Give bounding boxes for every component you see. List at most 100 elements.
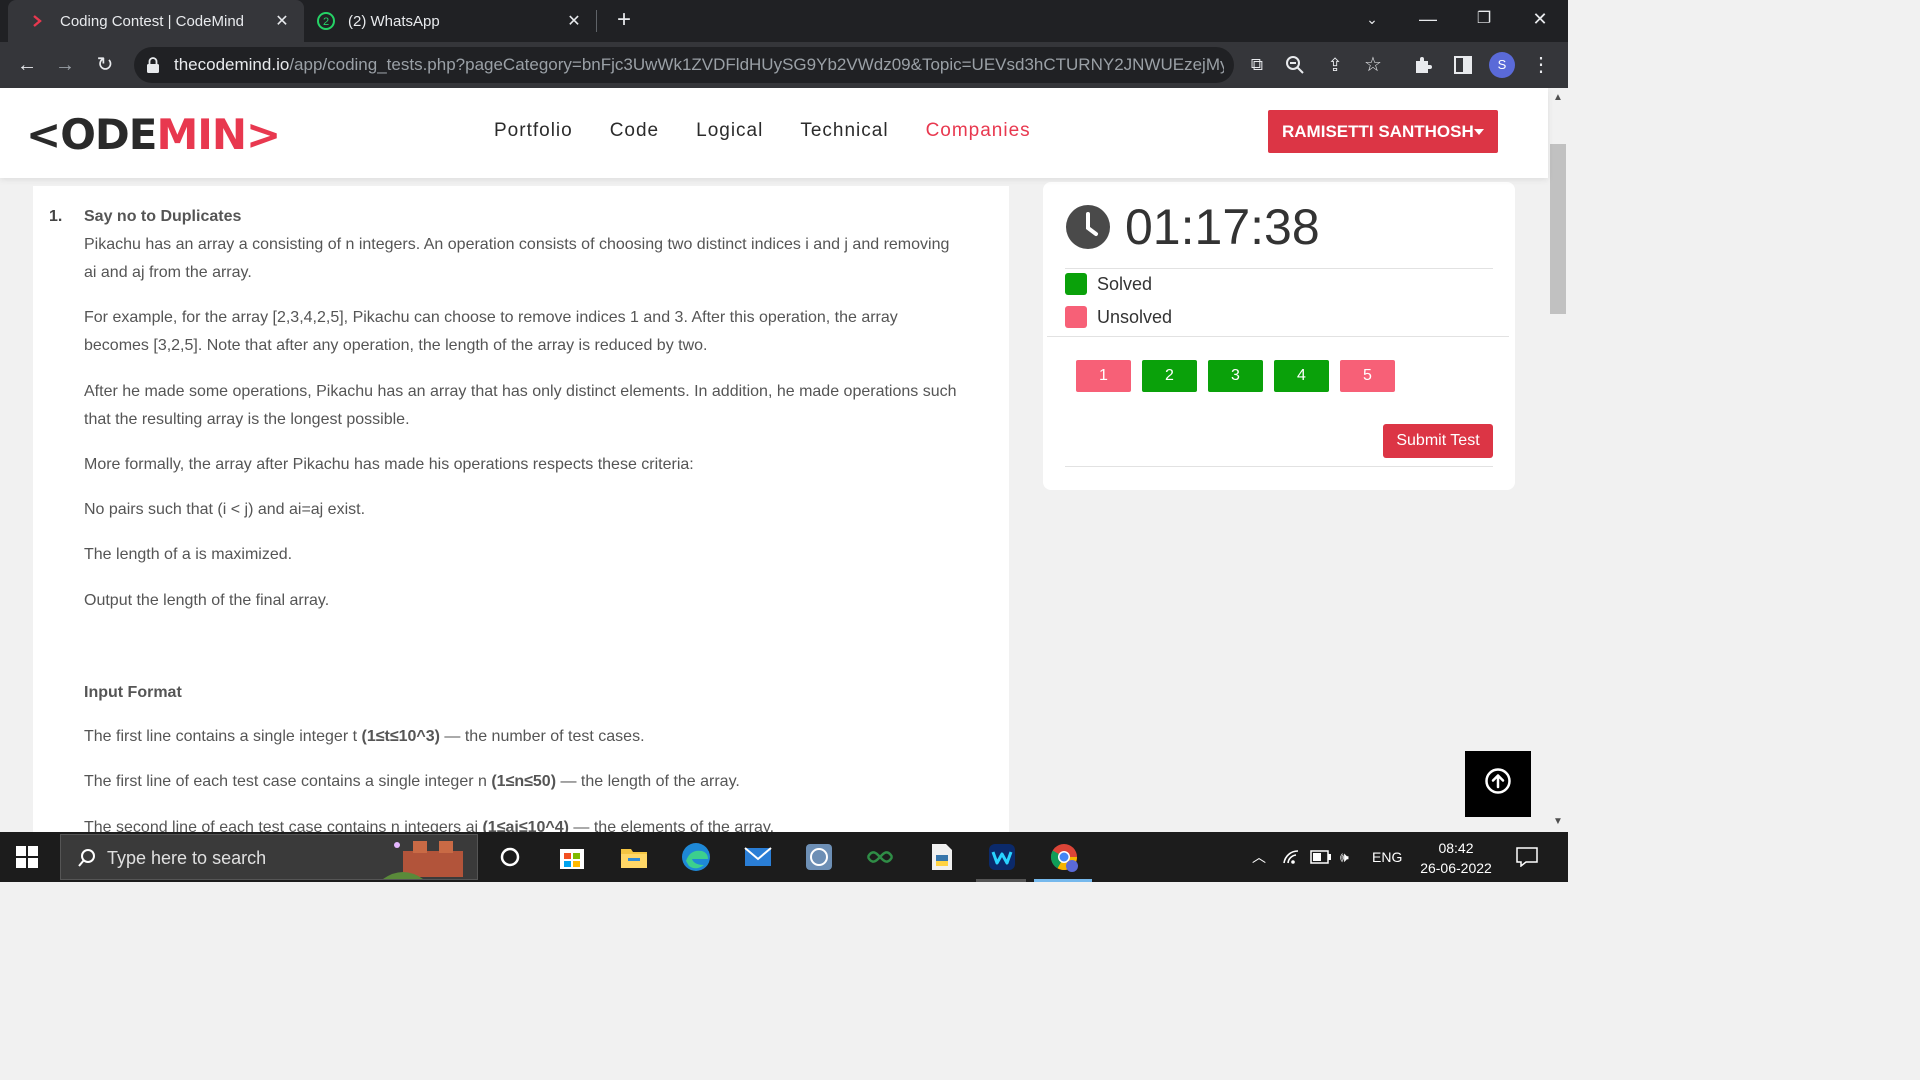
divider	[1065, 466, 1493, 467]
extensions-icon[interactable]	[1406, 48, 1440, 82]
mail-icon[interactable]	[742, 841, 774, 873]
tab-coding-contest[interactable]: Coding Contest | CodeMind ✕	[8, 0, 304, 42]
nav-portfolio[interactable]: Portfolio	[494, 120, 573, 142]
question-4-button[interactable]: 4	[1274, 360, 1329, 392]
legend-label: Solved	[1097, 273, 1153, 294]
python-file-icon[interactable]	[926, 841, 958, 873]
site-header: <ODEMIN> Portfolio Code Logical Technica…	[0, 88, 1548, 178]
countdown-timer: 01:17:38	[1125, 199, 1320, 255]
input-line: The second line of each test case contai…	[84, 819, 775, 832]
bookmark-star-icon[interactable]: ☆	[1356, 48, 1390, 82]
clock-date: 26-06-2022	[1420, 860, 1492, 876]
system-clock[interactable]: 08:42 26-06-2022	[1410, 838, 1502, 878]
scrollbar-thumb[interactable]	[1550, 144, 1566, 314]
address-bar[interactable]: thecodemind.io/app/coding_tests.php?page…	[134, 47, 1234, 83]
windows-start-icon[interactable]	[16, 846, 38, 868]
app-icon[interactable]	[803, 841, 835, 873]
user-name: RAMISETTI SANTHOSH	[1282, 122, 1474, 141]
submit-test-button[interactable]: Submit Test	[1383, 424, 1493, 458]
user-menu-button[interactable]: RAMISETTI SANTHOSH	[1268, 110, 1498, 153]
taskbar-search-input[interactable]: Type here to search	[60, 834, 478, 880]
svg-text:2: 2	[323, 16, 329, 28]
notifications-icon[interactable]	[1516, 832, 1538, 887]
problem-paragraph: For example, for the array [2,3,4,2,5], …	[84, 309, 898, 354]
forward-button[interactable]: →	[48, 48, 82, 82]
webex-icon[interactable]	[986, 841, 1018, 873]
volume-icon[interactable]: 🕪	[1340, 832, 1349, 882]
edge-browser-icon[interactable]	[680, 841, 712, 873]
problem-paragraph: Output the length of the final array.	[84, 592, 330, 609]
task-view-icon[interactable]	[494, 841, 526, 873]
problem-paragraph: More formally, the array after Pikachu h…	[84, 456, 694, 473]
codemind-logo[interactable]: <ODEMIN>	[26, 112, 281, 158]
close-tab-icon[interactable]: ✕	[272, 11, 292, 31]
reload-button[interactable]: ↻	[88, 48, 122, 82]
question-2-button[interactable]: 2	[1142, 360, 1197, 392]
divider	[1065, 268, 1493, 269]
microsoft-store-icon[interactable]	[556, 841, 588, 873]
question-1-button[interactable]: 1	[1076, 360, 1131, 392]
back-button[interactable]: ←	[10, 48, 44, 82]
clock-icon	[1065, 204, 1111, 250]
search-highlight-image-icon	[383, 841, 463, 879]
tab-title: Coding Contest | CodeMind	[60, 12, 244, 30]
close-tab-icon[interactable]: ✕	[564, 11, 584, 31]
restore-button[interactable]: ❐	[1456, 0, 1512, 42]
codemind-favicon-icon	[28, 11, 48, 31]
browser-toolbar: ← → ↻ thecodemind.io/app/coding_tests.ph…	[0, 42, 1568, 88]
url-text: thecodemind.io/app/coding_tests.php?page…	[174, 55, 1224, 74]
browser-tab-bar: Coding Contest | CodeMind ✕ 2 (2) WhatsA…	[0, 0, 1568, 42]
unsolved-swatch	[1065, 306, 1087, 328]
battery-icon[interactable]	[1310, 832, 1332, 884]
problem-title: Say no to Duplicates	[84, 208, 242, 225]
search-placeholder: Type here to search	[107, 848, 267, 868]
input-line: The first line contains a single integer…	[84, 728, 645, 745]
share-icon[interactable]: ⇪	[1318, 48, 1352, 82]
side-panel-icon[interactable]	[1446, 48, 1480, 82]
clock-time: 08:42	[1438, 840, 1474, 856]
search-icon	[78, 849, 95, 867]
problem-panel: 1. Say no to Duplicates Pikachu has an a…	[33, 186, 1009, 832]
problem-number: 1.	[49, 208, 63, 225]
nav-code[interactable]: Code	[610, 120, 659, 142]
scroll-up-arrow[interactable]: ▲	[1548, 90, 1568, 106]
new-tab-button[interactable]: +	[610, 6, 638, 34]
profile-avatar[interactable]: S	[1489, 52, 1515, 78]
running-app-indicator	[976, 879, 1026, 882]
solved-swatch	[1065, 273, 1087, 295]
close-window-button[interactable]: ✕	[1512, 0, 1568, 42]
chrome-icon[interactable]	[1048, 841, 1080, 873]
question-5-button[interactable]: 5	[1340, 360, 1395, 392]
test-status-card: 01:17:38 Solved Unsolved 1 2 3 4 5 Submi…	[1043, 182, 1515, 490]
tab-whatsapp[interactable]: 2 (2) WhatsApp ✕	[304, 0, 596, 42]
legend-solved: Solved	[1065, 273, 1152, 295]
caret-down-icon	[1474, 129, 1484, 135]
open-in-app-icon[interactable]: ⧉	[1240, 48, 1274, 82]
wifi-icon[interactable]	[1282, 832, 1302, 885]
nav-companies[interactable]: Companies	[926, 120, 1031, 142]
legend-unsolved: Unsolved	[1065, 306, 1172, 328]
show-hidden-icons-icon[interactable]: ︿	[1252, 832, 1266, 882]
nav-logical[interactable]: Logical	[696, 120, 763, 142]
file-explorer-icon[interactable]	[618, 841, 650, 873]
problem-paragraph: Pikachu has an array a consisting of n i…	[84, 236, 950, 281]
active-app-indicator	[1034, 879, 1092, 882]
minimize-button[interactable]: —	[1400, 0, 1456, 42]
problem-paragraph: The length of a is maximized.	[84, 546, 293, 563]
tab-search-icon[interactable]: ⌄	[1344, 0, 1400, 42]
scroll-to-top-button[interactable]	[1465, 751, 1531, 817]
main-nav: Portfolio Code Logical Technical Compani…	[494, 120, 1068, 142]
nav-technical[interactable]: Technical	[800, 120, 888, 142]
input-line: The first line of each test case contain…	[84, 773, 740, 790]
geeksforgeeks-icon[interactable]	[864, 841, 896, 873]
browser-menu-icon[interactable]: ⋮	[1524, 48, 1558, 82]
input-language[interactable]: ENG	[1372, 832, 1402, 882]
scroll-down-arrow[interactable]: ▼	[1548, 814, 1568, 830]
windows-taskbar: Type here to search ︿ 🕪 ENG 08:42 26-06-…	[0, 832, 1568, 882]
input-format-heading: Input Format	[84, 684, 182, 701]
question-3-button[interactable]: 3	[1208, 360, 1263, 392]
divider	[1047, 336, 1509, 337]
legend-label: Unsolved	[1097, 306, 1173, 327]
tab-separator	[596, 10, 597, 32]
zoom-icon[interactable]	[1278, 48, 1312, 82]
